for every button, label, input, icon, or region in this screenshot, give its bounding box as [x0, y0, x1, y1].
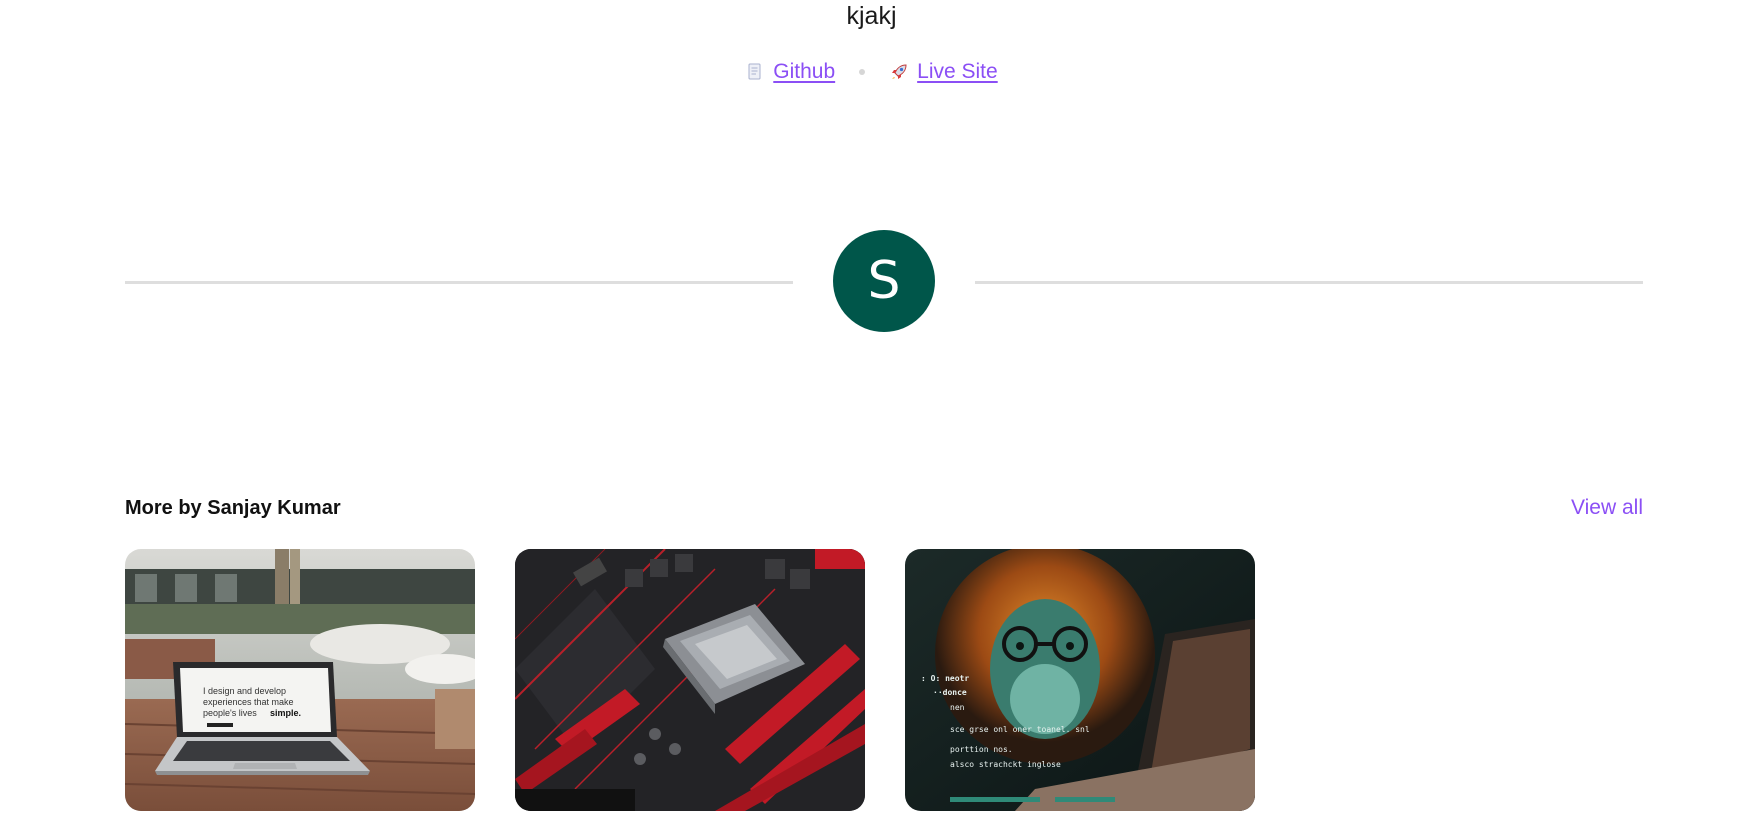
project-card[interactable]: I design and develop experiences that ma…: [125, 549, 475, 811]
more-by-author-header: More by Sanjay Kumar View all: [125, 496, 1643, 520]
view-all-link[interactable]: View all: [1571, 496, 1643, 520]
code-line-2: ··donce: [933, 688, 967, 697]
rocket-icon: [889, 62, 909, 82]
link-separator-dot: [859, 69, 866, 75]
more-projects-grid: I design and develop experiences that ma…: [125, 549, 1255, 811]
laptop-screen-line-1: I design and develop: [203, 686, 286, 696]
laptop-screen-line-4: simple.: [270, 708, 301, 718]
code-line-3: nen: [950, 703, 965, 712]
code-line-4: sce grse onl oner toanel. snl: [950, 725, 1090, 734]
more-by-author-title: More by Sanjay Kumar: [125, 496, 341, 519]
code-line-6: alsco strachckt inglose: [950, 760, 1061, 769]
project-title: kjakj: [846, 2, 897, 30]
live-site-link[interactable]: Live Site: [917, 60, 998, 84]
laptop-screen-line-3: people's lives: [203, 708, 257, 718]
github-link[interactable]: Github: [773, 60, 835, 84]
lion-with-glasses-coding-photo: : O: neotr ··donce nen sce grse onl oner…: [905, 549, 1255, 811]
divider-line-left: [125, 281, 793, 284]
project-card[interactable]: [515, 549, 865, 811]
divider-line-right: [975, 281, 1643, 284]
code-line-1: : O: neotr: [921, 674, 969, 683]
motherboard-cpu-photo: [515, 549, 865, 811]
project-page: kjakj Github Live Site S More by Sanjay …: [0, 0, 1743, 823]
github-link-item: Github: [745, 60, 835, 84]
project-links: Github Live Site: [0, 60, 1743, 84]
project-card[interactable]: : O: neotr ··donce nen sce grse onl oner…: [905, 549, 1255, 811]
author-avatar[interactable]: S: [833, 230, 935, 332]
author-divider: S: [125, 230, 1643, 334]
live-site-link-item: Live Site: [889, 60, 998, 84]
laptop-on-table-photo: I design and develop experiences that ma…: [125, 549, 475, 811]
laptop-screen-line-2: experiences that make: [203, 697, 294, 707]
document-icon: [745, 62, 765, 82]
code-line-5: porttion nos.: [950, 745, 1013, 754]
